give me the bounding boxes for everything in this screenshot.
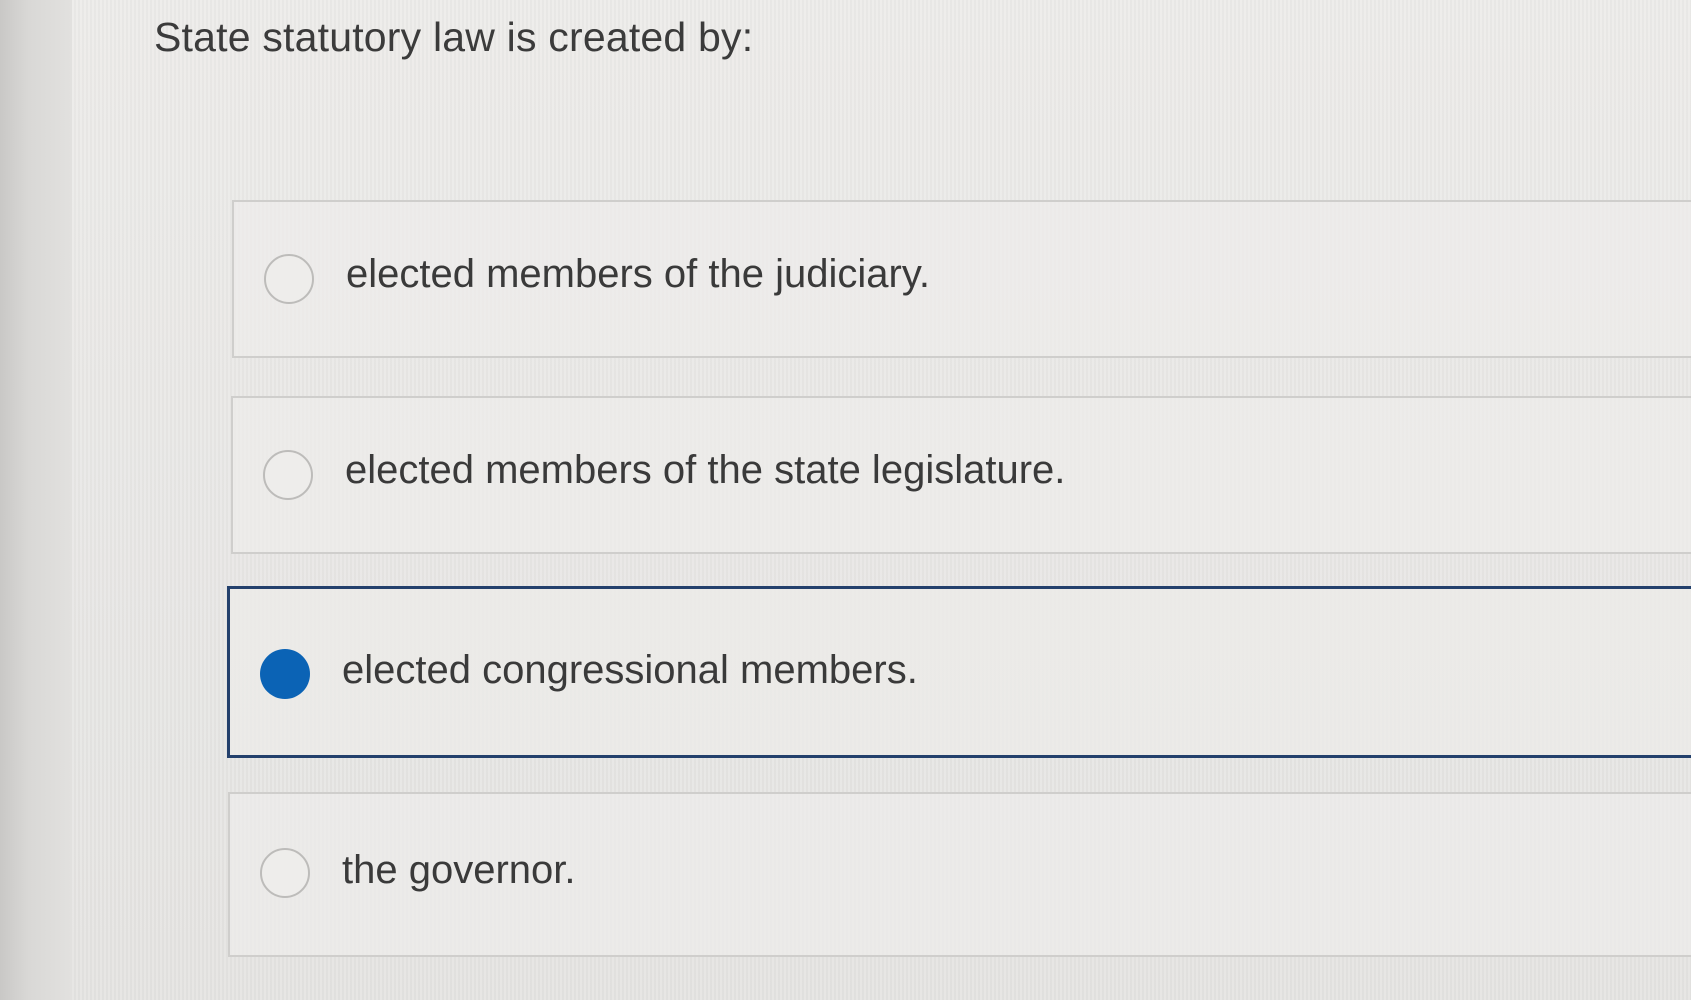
radio-button-unchecked-icon[interactable]	[264, 254, 314, 304]
radio-button-unchecked-icon[interactable]	[260, 848, 310, 898]
radio-button-unchecked-icon[interactable]	[263, 450, 313, 500]
answer-option-label: elected members of the judiciary.	[346, 252, 930, 296]
answer-option-4[interactable]: the governor.	[228, 792, 1691, 957]
answer-option-1[interactable]: elected members of the judiciary.	[232, 200, 1691, 358]
answer-option-label: elected members of the state legislature…	[345, 448, 1066, 492]
answer-option-label: elected congressional members.	[342, 648, 918, 692]
answer-option-2[interactable]: elected members of the state legislature…	[231, 396, 1691, 554]
answer-option-3[interactable]: elected congressional members.	[227, 586, 1691, 758]
answer-option-label: the governor.	[342, 848, 576, 892]
left-gutter	[0, 0, 72, 1000]
question-text: State statutory law is created by:	[154, 14, 754, 60]
radio-button-checked-icon[interactable]	[260, 649, 310, 699]
